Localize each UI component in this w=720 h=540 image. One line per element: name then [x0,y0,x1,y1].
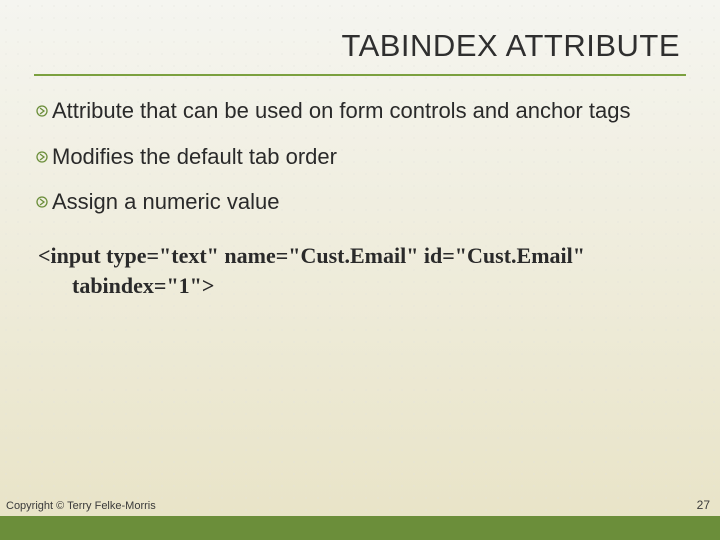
bullet-item: Modifies the default tab order [36,142,666,172]
footer-bar [0,516,720,540]
code-line: <input type="text" name="Cust.Email" id=… [38,241,666,271]
slide-title: TABINDEX ATTRIBUTE [34,28,680,64]
bullet-arrow-icon [36,151,48,163]
content-area: Attribute that can be used on form contr… [34,96,686,300]
bullet-item: Attribute that can be used on form contr… [36,96,666,126]
code-line: tabindex="1"> [38,271,666,301]
bullet-text: Attribute that can be used on form contr… [52,96,666,126]
bullet-item: Assign a numeric value [36,187,666,217]
slide: TABINDEX ATTRIBUTE Attribute that can be… [0,0,720,540]
bullet-text: Assign a numeric value [52,187,666,217]
bullet-arrow-icon [36,105,48,117]
bullet-text: Modifies the default tab order [52,142,666,172]
copyright-text: Copyright © Terry Felke-Morris [6,500,156,512]
bullet-arrow-icon [36,196,48,208]
title-separator [34,74,686,76]
code-example: <input type="text" name="Cust.Email" id=… [36,241,666,300]
page-number: 27 [697,498,710,512]
